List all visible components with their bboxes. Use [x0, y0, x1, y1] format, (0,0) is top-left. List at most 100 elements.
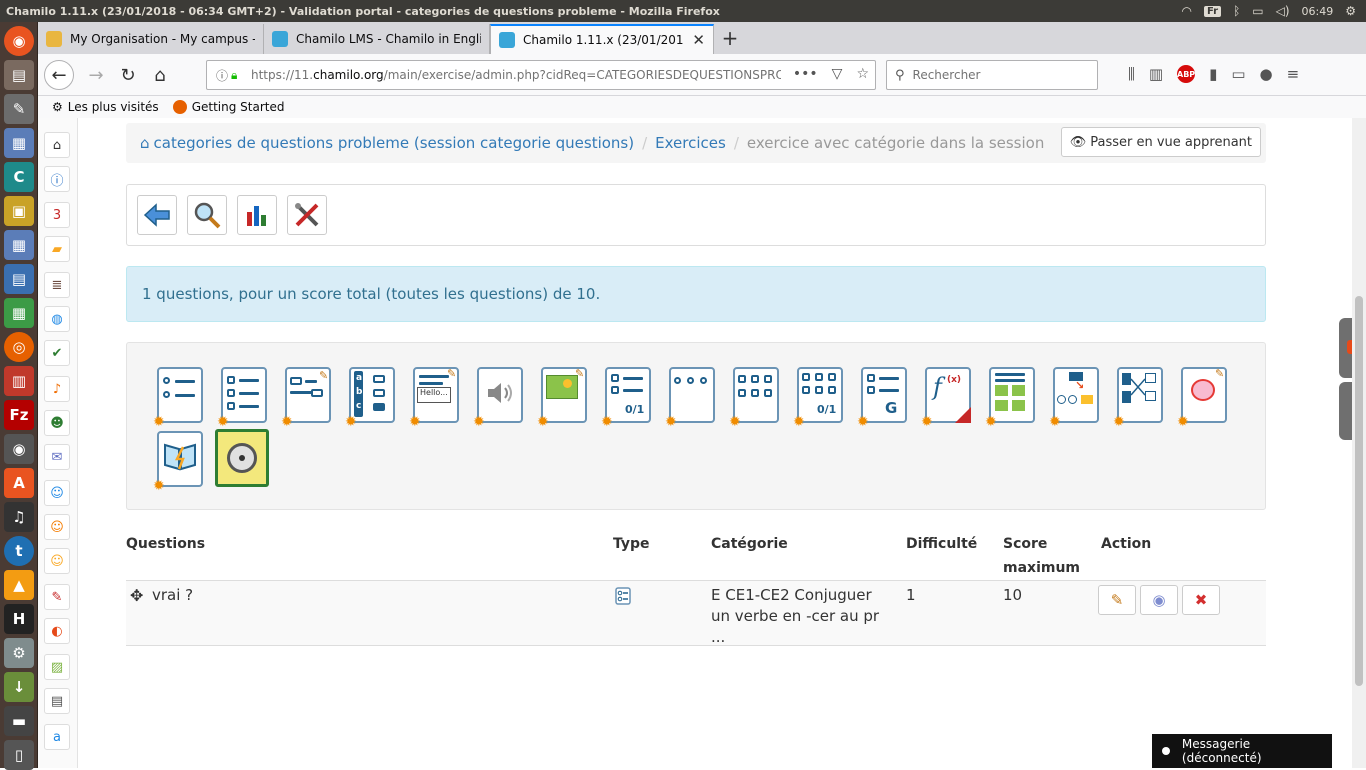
unique-answer-no-option-type-button[interactable]: ✹	[665, 367, 715, 429]
group-icon[interactable]: ☺	[44, 514, 70, 540]
bluetooth-icon[interactable]: ᛒ	[1233, 4, 1240, 18]
writer-icon[interactable]: ▤	[4, 264, 34, 294]
chat-widget[interactable]: Messagerie (déconnecté)	[1152, 734, 1332, 768]
editor-icon[interactable]: ✎	[4, 94, 34, 124]
annotation-type-button[interactable]: ✎ ✹	[1177, 367, 1227, 429]
app-icon-4[interactable]: ◉	[4, 434, 34, 464]
oral-expression-type-button[interactable]: ✹	[473, 367, 523, 429]
page-scrollbar[interactable]	[1352, 118, 1366, 768]
scrollbar-thumb[interactable]	[1355, 296, 1363, 686]
impress-icon[interactable]: ▥	[4, 366, 34, 396]
new-tab-button[interactable]: +	[718, 26, 742, 50]
info-icon[interactable]: ⓘ	[44, 166, 70, 192]
results-button[interactable]	[237, 195, 277, 235]
question-preview-button[interactable]: ◉	[1140, 585, 1178, 615]
matching-type-button[interactable]: a b c ✹	[345, 367, 395, 429]
breadcrumb-course-link[interactable]: categories de questions probleme (sessio…	[154, 134, 635, 152]
fill-blanks-type-button[interactable]: ✎ ✹	[281, 367, 331, 429]
app-icon-h[interactable]: H	[4, 604, 34, 634]
student-view-button[interactable]: 👁︎ Passer en vue apprenant	[1060, 127, 1261, 157]
forward-button[interactable]: →	[82, 61, 110, 89]
bell-icon[interactable]: ♪	[44, 376, 70, 402]
delete-question-button[interactable]: ✖	[1182, 585, 1220, 615]
keyboard-layout-indicator[interactable]: Fr	[1203, 5, 1222, 17]
info-icon[interactable]: ⓘ	[213, 67, 231, 84]
reload-button[interactable]: ↻	[114, 61, 142, 89]
folder-icon[interactable]: ▰	[44, 236, 70, 262]
calc-icon[interactable]: ▦	[4, 298, 34, 328]
app-icon-3[interactable]: ▦	[4, 230, 34, 260]
close-tab-icon[interactable]: ✕	[692, 31, 705, 49]
lock-icon[interactable]: 🔒︎	[231, 68, 245, 83]
multiple-answer-combination-true-false-type-button[interactable]: 0/1 ✹	[793, 367, 843, 429]
bookmark-most-visited[interactable]: ⚙ Les plus visités	[52, 100, 159, 114]
survey-icon[interactable]: ◐	[44, 618, 70, 644]
glossary-icon[interactable]: ▨	[44, 654, 70, 680]
volume-icon[interactable]: ◁)	[1276, 4, 1290, 18]
vlc-icon[interactable]: ▲	[4, 570, 34, 600]
calculated-answer-type-button[interactable]: f (x) ✹	[921, 367, 971, 429]
browser-tab-3[interactable]: Chamilo 1.11.x (23/01/2018 - 06:3 ✕	[490, 24, 714, 54]
browser-tab-2[interactable]: Chamilo LMS - Chamilo in English	[264, 24, 490, 54]
edit-question-button[interactable]: ✎	[1098, 585, 1136, 615]
open-question-type-button[interactable]: Hello... ✎ ✹	[409, 367, 459, 429]
user-icon[interactable]: ☺	[44, 480, 70, 506]
multiple-answer-true-false-type-button[interactable]: ✹	[729, 367, 779, 429]
firefox-icon[interactable]: ◎	[4, 332, 34, 362]
matching-draggable-type-button[interactable]: ✹	[1113, 367, 1163, 429]
home-button[interactable]: ⌂	[146, 61, 174, 89]
adblock-plus-icon[interactable]: ABP	[1177, 65, 1195, 83]
page-actions-icon[interactable]: •••	[793, 66, 818, 82]
column-header-difficulty[interactable]: Difficulté	[906, 532, 977, 556]
bookmark-star-icon[interactable]: ☆	[856, 66, 869, 82]
menu-icon[interactable]: ≡	[1287, 65, 1300, 83]
url-text[interactable]: https://11.chamilo.org/main/exercise/adm…	[251, 68, 781, 82]
clock[interactable]: 06:49	[1302, 5, 1334, 18]
global-multiple-answer-type-button[interactable]: G ✹	[857, 367, 907, 429]
exact-multiple-answer-type-button[interactable]: 0/1 ✹	[601, 367, 651, 429]
checklist-icon[interactable]: ✔	[44, 340, 70, 366]
calendar-icon[interactable]: 3	[44, 202, 70, 228]
app-icon-t[interactable]: t	[4, 536, 34, 566]
multiple-answer-type-button[interactable]: ✹	[217, 367, 267, 429]
settings-icon[interactable]: ⚙	[4, 638, 34, 668]
column-header-action[interactable]: Action	[1101, 532, 1151, 556]
books-icon[interactable]: ≣	[44, 272, 70, 298]
back-to-exercises-button[interactable]	[137, 195, 177, 235]
breadcrumb-exercises-link[interactable]: Exercices	[655, 134, 726, 152]
pencil-icon[interactable]: ✎	[44, 584, 70, 610]
extension-icon[interactable]: ▮	[1209, 65, 1217, 83]
app-icon-c[interactable]: C	[4, 162, 34, 192]
chat-icon[interactable]: ☺	[44, 548, 70, 574]
files-icon[interactable]: ▤	[4, 60, 34, 90]
downloads-icon[interactable]: ↓	[4, 672, 34, 702]
app-icon-1[interactable]: ▦	[4, 128, 34, 158]
headphones-icon[interactable]: ♫	[4, 502, 34, 532]
column-header-score[interactable]: Score maximum	[1003, 532, 1080, 580]
browser-tab-1[interactable]: My Organisation - My campus - I	[38, 24, 264, 54]
app-icon-2[interactable]: ▣	[4, 196, 34, 226]
hotspot-type-button[interactable]: ✎ ✹	[537, 367, 587, 429]
preview-button[interactable]	[187, 195, 227, 235]
question-title[interactable]: vrai ?	[152, 585, 193, 606]
sidebar-icon[interactable]: ▭	[1231, 65, 1245, 83]
extension-2-icon[interactable]: ●	[1260, 65, 1273, 83]
column-header-type[interactable]: Type	[613, 532, 650, 556]
side-panel-tab-1[interactable]	[1339, 318, 1353, 378]
settings-button[interactable]	[287, 195, 327, 235]
search-bar[interactable]: ⚲ Rechercher	[886, 60, 1098, 90]
abc-icon[interactable]: a	[44, 724, 70, 750]
mail-icon[interactable]: ✉	[44, 444, 70, 470]
column-header-category[interactable]: Catégorie	[711, 532, 788, 556]
image-hotspot-type-button[interactable]: ✹	[985, 367, 1035, 429]
notebook-icon[interactable]: ▤	[44, 688, 70, 714]
recycle-existing-questions-button[interactable]	[215, 429, 269, 487]
column-header-questions[interactable]: Questions	[126, 532, 205, 556]
bookmark-getting-started[interactable]: Getting Started	[172, 100, 284, 114]
reader-icon[interactable]: ▥	[1149, 65, 1163, 83]
filezilla-icon[interactable]: Fz	[4, 400, 34, 430]
pocket-icon[interactable]: ▽	[832, 66, 843, 82]
battery-icon[interactable]: ▭	[1252, 4, 1263, 18]
software-center-icon[interactable]: A	[4, 468, 34, 498]
drag-and-drop-type-button[interactable]: ↘ ✹	[1049, 367, 1099, 429]
